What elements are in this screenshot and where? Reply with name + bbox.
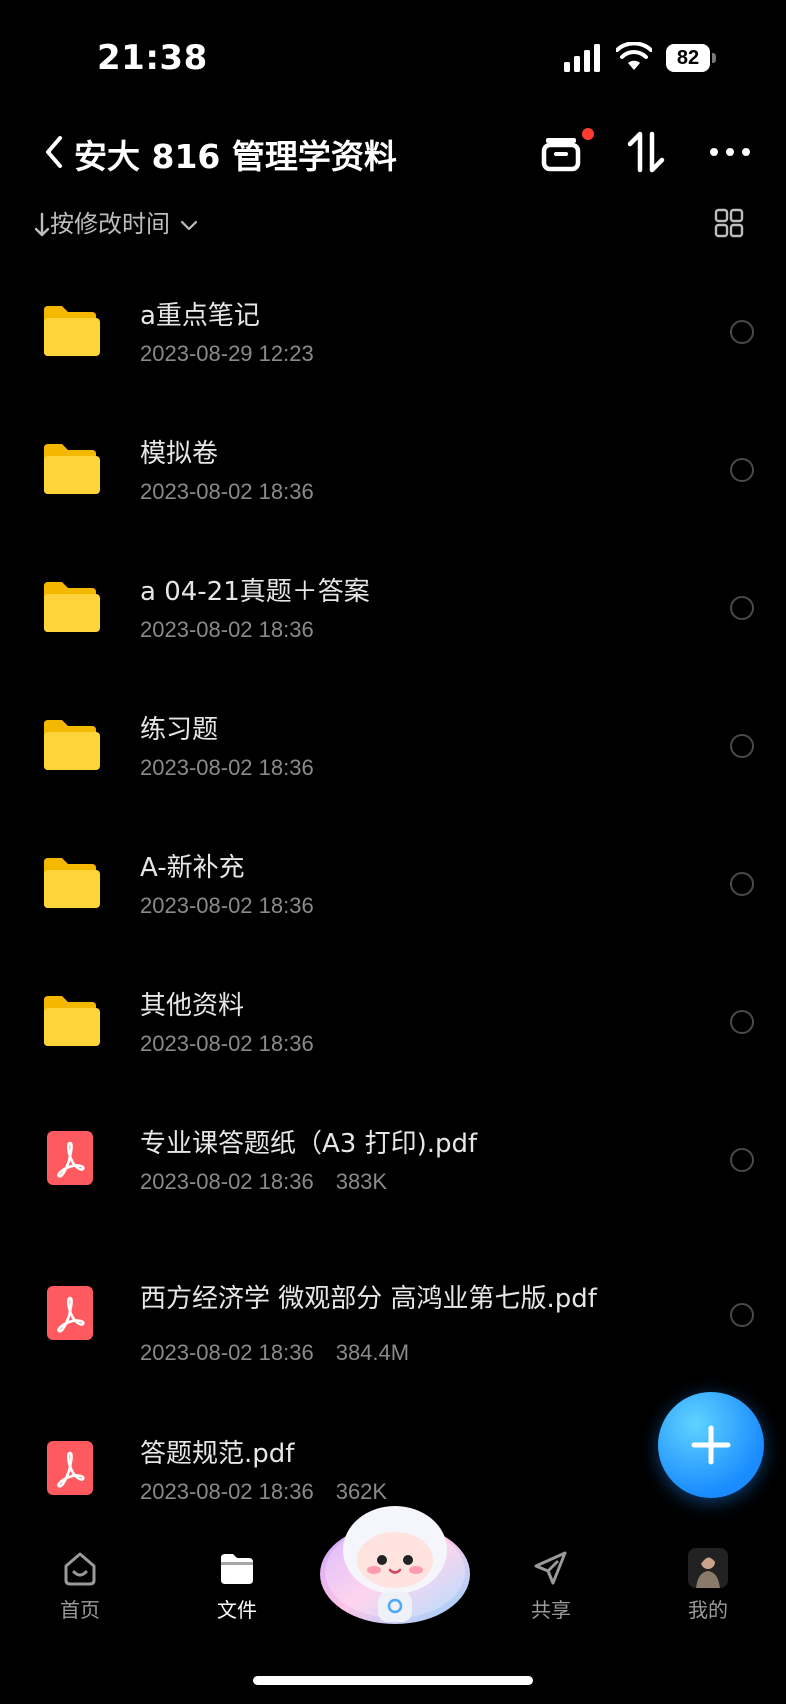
nav-files[interactable]: 文件 [187, 1548, 287, 1623]
avatar-icon [688, 1548, 728, 1588]
add-button[interactable] [658, 1392, 764, 1498]
chevron-down-icon [180, 220, 197, 231]
nav-share[interactable]: 共享 [501, 1548, 601, 1623]
sort-label: 按修改时间 [50, 210, 170, 238]
pdf-icon [47, 1131, 93, 1185]
select-checkbox[interactable] [730, 872, 754, 896]
folder-icon [44, 306, 100, 356]
select-checkbox[interactable] [730, 1010, 754, 1034]
file-meta: 2023-08-02 18:36 384.4M [140, 1340, 409, 1366]
file-date: 2023-08-02 18:36 [140, 755, 314, 780]
list-item[interactable]: a 04-21真题＋答案 2023-08-02 18:36 [0, 541, 786, 671]
file-date: 2023-08-02 18:36 [140, 1031, 314, 1056]
home-indicator [253, 1676, 533, 1685]
transfer-list-icon[interactable] [538, 128, 586, 176]
send-icon [534, 1551, 567, 1585]
file-name: 西方经济学 微观部分 高鸿业第七版.pdf [140, 1284, 597, 1314]
list-item[interactable]: a重点笔记 2023-08-29 12:23 [0, 265, 786, 395]
file-name: 专业课答题纸（A3 打印).pdf [140, 1129, 478, 1159]
list-item[interactable]: 专业课答题纸（A3 打印).pdf 2023-08-02 18:36 383K [0, 1093, 786, 1223]
file-date: 2023-08-02 18:36 [140, 893, 314, 918]
list-item[interactable]: 模拟卷 2023-08-02 18:36 [0, 403, 786, 533]
back-button[interactable] [40, 132, 70, 172]
notification-dot [582, 128, 594, 140]
select-checkbox[interactable] [730, 320, 754, 344]
folder-icon [44, 996, 100, 1046]
home-icon [64, 1552, 96, 1586]
select-checkbox[interactable] [730, 596, 754, 620]
nav-me-label: 我的 [688, 1598, 728, 1622]
file-date: 2023-08-02 18:36 [140, 479, 314, 504]
nav-home[interactable]: 首页 [30, 1548, 130, 1623]
file-size: 383K [335, 1169, 388, 1194]
battery-level: 82 [666, 44, 710, 72]
select-checkbox[interactable] [730, 458, 754, 482]
file-meta: 2023-08-02 18:36 383K [140, 1169, 387, 1195]
file-name: a重点笔记 [140, 301, 260, 331]
file-size: 362K [335, 1479, 388, 1504]
select-checkbox[interactable] [730, 1148, 754, 1172]
file-date: 2023-08-02 18:36 [140, 1169, 314, 1194]
nav-files-label: 文件 [217, 1598, 257, 1622]
pdf-icon [47, 1441, 93, 1495]
status-time: 21:38 [97, 38, 208, 78]
grid-view-icon[interactable] [714, 208, 744, 238]
file-name: 其他资料 [140, 991, 245, 1021]
nav-me[interactable]: 我的 [658, 1548, 758, 1623]
list-item[interactable]: 练习题 2023-08-02 18:36 [0, 679, 786, 809]
nav-share-label: 共享 [531, 1598, 571, 1622]
file-meta: 2023-08-29 12:23 [140, 341, 314, 367]
battery-indicator: 82 [666, 44, 718, 72]
file-meta: 2023-08-02 18:36 [140, 755, 314, 781]
status-bar: 21:38 82 [0, 0, 786, 100]
file-name: 练习题 [140, 715, 219, 745]
file-meta: 2023-08-02 18:36 [140, 893, 314, 919]
pdf-icon [47, 1286, 93, 1340]
file-name: 答题规范.pdf [140, 1439, 295, 1469]
folder-icon [44, 720, 100, 770]
file-name: 模拟卷 [140, 439, 219, 469]
nav-home-label: 首页 [60, 1598, 100, 1622]
folder-icon [44, 444, 100, 494]
list-item[interactable]: A-新补充 2023-08-02 18:36 [0, 817, 786, 947]
page-title: 安大 816 管理学资料 [74, 137, 397, 176]
sort-arrows-icon[interactable] [622, 128, 670, 176]
file-name: a 04-21真题＋答案 [140, 577, 370, 607]
list-item[interactable]: 西方经济学 微观部分 高鸿业第七版.pdf 2023-08-02 18:36 38… [0, 1248, 786, 1378]
file-name: A-新补充 [140, 853, 245, 883]
folder-icon [44, 582, 100, 632]
file-meta: 2023-08-02 18:36 [140, 1031, 314, 1057]
file-date: 2023-08-02 18:36 [140, 1479, 314, 1504]
folder-icon [221, 1554, 253, 1584]
file-meta: 2023-08-02 18:36 [140, 479, 314, 505]
cellular-signal-icon [564, 44, 600, 72]
battery-tip [712, 53, 716, 63]
mascot-assistant-button[interactable] [318, 1502, 472, 1626]
plus-icon [691, 1425, 731, 1465]
wifi-icon [616, 42, 652, 70]
file-date: 2023-08-02 18:36 [140, 617, 314, 642]
file-size: 384.4M [335, 1340, 410, 1365]
sort-selector[interactable]: 按修改时间 [34, 204, 200, 239]
more-icon[interactable] [706, 128, 754, 176]
header: 安大 816 管理学资料 [0, 120, 786, 184]
folder-icon [44, 858, 100, 908]
select-checkbox[interactable] [730, 1303, 754, 1327]
arrow-down-icon [34, 212, 50, 237]
select-checkbox[interactable] [730, 734, 754, 758]
file-meta: 2023-08-02 18:36 [140, 617, 314, 643]
file-date: 2023-08-02 18:36 [140, 1340, 314, 1365]
list-item[interactable]: 其他资料 2023-08-02 18:36 [0, 955, 786, 1085]
file-date: 2023-08-29 12:23 [140, 341, 314, 366]
